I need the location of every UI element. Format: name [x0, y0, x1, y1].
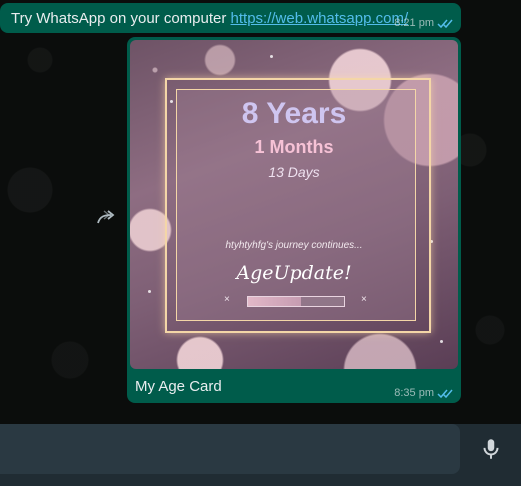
card-days: 13 Days: [268, 164, 320, 180]
card-journey-text: htyhtyhfg's journey continues...: [225, 240, 363, 251]
message-caption: My Age Card: [135, 378, 222, 395]
web-link[interactable]: https://web.whatsapp.com/: [231, 10, 409, 27]
card-years: 8 Years: [241, 97, 347, 130]
forward-icon[interactable]: [96, 210, 118, 226]
sparkle: [440, 340, 443, 343]
microphone-icon[interactable]: [478, 436, 504, 462]
card-progress-bar: [247, 296, 345, 307]
card-decor-x-right: ×: [361, 294, 367, 305]
message-bubble-web-link[interactable]: Try WhatsApp on your computer https://we…: [0, 3, 461, 33]
card-months: 1 Months: [254, 137, 334, 157]
message-time: 8:35 pm: [394, 387, 434, 399]
card-progress-fill: [248, 297, 301, 306]
age-card-image[interactable]: 8 Years 1 Months 13 Days htyhtyhfg's jou…: [130, 40, 458, 369]
double-check-icon: [437, 389, 453, 398]
sparkle: [270, 55, 273, 58]
message-text: Try WhatsApp on your computer https://we…: [11, 10, 408, 27]
message-meta: 8:35 pm: [394, 387, 453, 399]
message-input[interactable]: [0, 424, 460, 474]
message-time: 8:21 pm: [394, 17, 434, 29]
message-bubble-age-card[interactable]: 8 Years 1 Months 13 Days htyhtyhfg's jou…: [127, 37, 461, 403]
sparkle: [148, 290, 151, 293]
card-brand: AgeUpdate!: [236, 262, 352, 284]
message-meta: 8:21 pm: [394, 17, 453, 29]
double-check-icon: [437, 19, 453, 28]
message-input-bar: [0, 424, 521, 486]
card-decor-x-left: ×: [224, 294, 230, 305]
message-text-prefix: Try WhatsApp on your computer: [11, 10, 231, 27]
